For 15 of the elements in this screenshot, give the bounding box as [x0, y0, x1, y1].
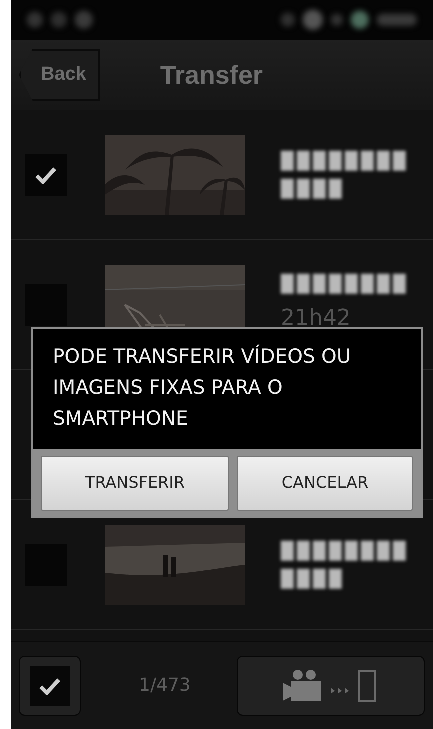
blurred-time-drawing — [281, 568, 342, 588]
dialog-message: PODE TRANSFERIR VÍDEOS OU IMAGENS FIXAS PARA O SMARTPHONE — [52, 344, 352, 432]
item-checkbox[interactable] — [25, 284, 67, 326]
check-icon — [35, 166, 57, 184]
transfer-button[interactable] — [237, 656, 425, 716]
blurred-time-drawing — [281, 178, 342, 198]
item-time: 21h42 — [281, 305, 352, 333]
item-checkbox[interactable] — [25, 154, 67, 196]
screen-title: Transfer — [160, 58, 264, 92]
item-counter: 1/473 — [139, 674, 191, 698]
camera-to-phone-icon — [283, 668, 379, 702]
select-all-checkbox[interactable] — [19, 656, 81, 716]
check-icon — [39, 676, 61, 694]
dialog-button[interactable]: CANCELAR — [237, 456, 414, 511]
dialog-button[interactable]: TRANSFERIR — [41, 456, 230, 511]
